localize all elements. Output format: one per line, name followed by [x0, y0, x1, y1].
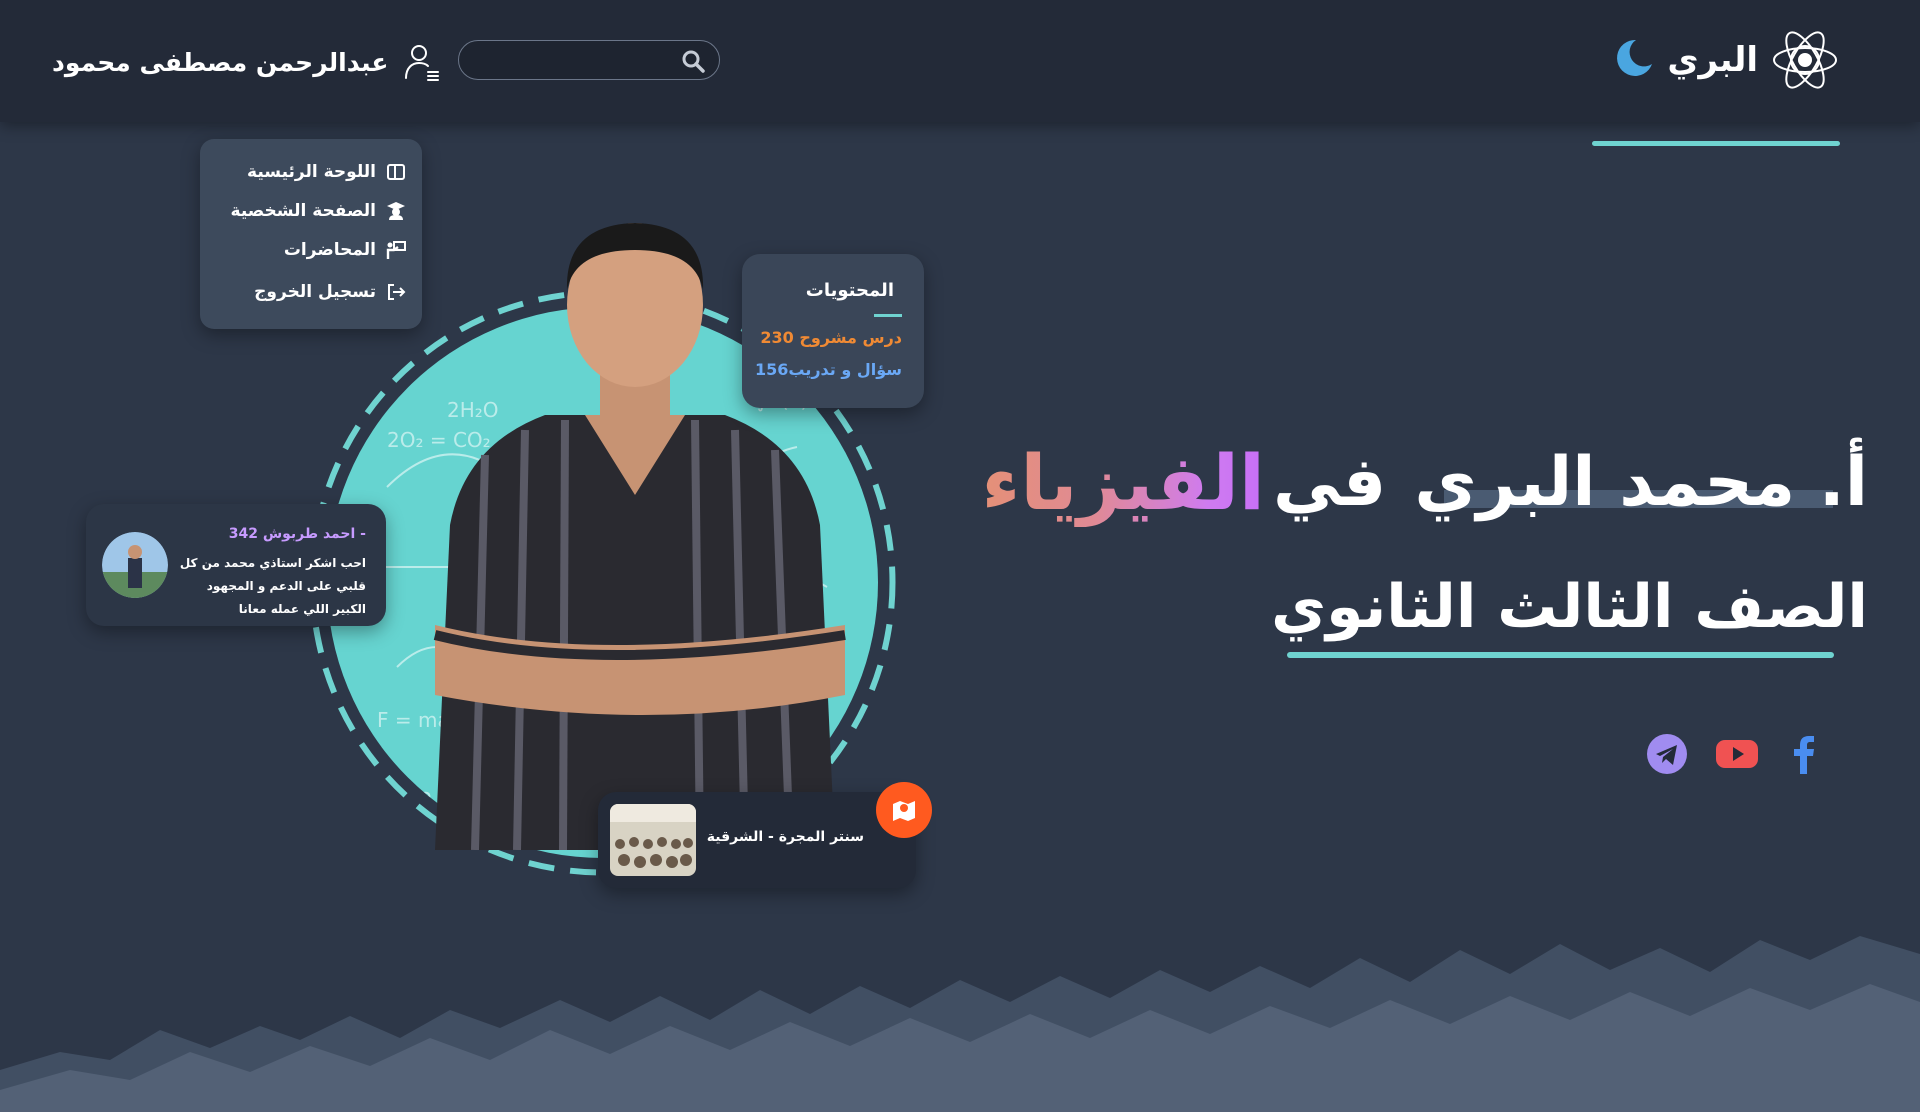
- search-icon[interactable]: [681, 49, 705, 73]
- top-navbar: البري عبدالرحمن مصطفى محمود: [0, 0, 1920, 146]
- map-pin-button[interactable]: [876, 782, 932, 838]
- atom-icon: [1773, 31, 1837, 89]
- hero-in: في: [1272, 442, 1387, 522]
- lessons-count: 230 درس مشروح: [760, 328, 902, 347]
- menu-item-label: الصفحة الشخصية: [230, 201, 376, 221]
- brand-logo[interactable]: البري: [1592, 24, 1840, 146]
- grade-underline: [1287, 652, 1834, 658]
- grade-title: الصف الثالث الثانوي: [1271, 572, 1868, 642]
- stats-title: المحتويات: [805, 280, 894, 301]
- review-card: احمد طربوش 342 - احب اشكر استاذي محمد من…: [86, 504, 386, 626]
- questions-count: 156سؤال و تدريب: [754, 360, 902, 379]
- center-label: سنتر المجرة - الشرقية: [706, 829, 864, 845]
- menu-item-label: المحاضرات: [283, 240, 376, 260]
- moon-icon[interactable]: [1610, 36, 1654, 80]
- youtube-icon[interactable]: [1715, 732, 1759, 776]
- user-name[interactable]: عبدالرحمن مصطفى محمود: [52, 48, 388, 77]
- center-card: سنتر المجرة - الشرقية: [598, 792, 916, 888]
- avatar: [102, 532, 168, 598]
- center-photo: [610, 804, 696, 876]
- telegram-icon[interactable]: [1645, 732, 1689, 776]
- menu-item-lectures[interactable]: المحاضرات: [284, 235, 406, 265]
- search-input[interactable]: [475, 47, 669, 73]
- hero-title: أ. محمد البري في الفيزياء: [981, 432, 1868, 532]
- stats-underline: [874, 314, 902, 317]
- menu-item-label: اللوحة الرئيسية: [247, 162, 376, 182]
- menu-item-dashboard[interactable]: اللوحة الرئيسية: [247, 157, 406, 187]
- hero-subject: الفيزياء: [981, 437, 1265, 527]
- review-text: احب اشكر استاذي محمد من كل قلبي على الدع…: [179, 556, 366, 616]
- teacher-name: أ. محمد البري: [1414, 442, 1868, 522]
- dashboard-icon: [387, 164, 405, 180]
- map-pin-icon: [893, 801, 915, 821]
- search-box: [458, 40, 720, 80]
- bottom-wave: [0, 936, 1920, 1112]
- stats-card: المحتويات 230 درس مشروح 156سؤال و تدريب: [742, 254, 924, 408]
- user-account[interactable]: عبدالرحمن مصطفى محمود: [52, 40, 442, 84]
- menu-item-profile[interactable]: الصفحة الشخصية: [231, 196, 406, 226]
- facebook-icon[interactable]: [1782, 732, 1826, 776]
- reviewer-name: احمد طربوش 342 -: [228, 526, 366, 542]
- user-list-icon[interactable]: [402, 42, 442, 82]
- brand-underline: [1592, 141, 1840, 146]
- brand-name[interactable]: البري: [1667, 40, 1758, 80]
